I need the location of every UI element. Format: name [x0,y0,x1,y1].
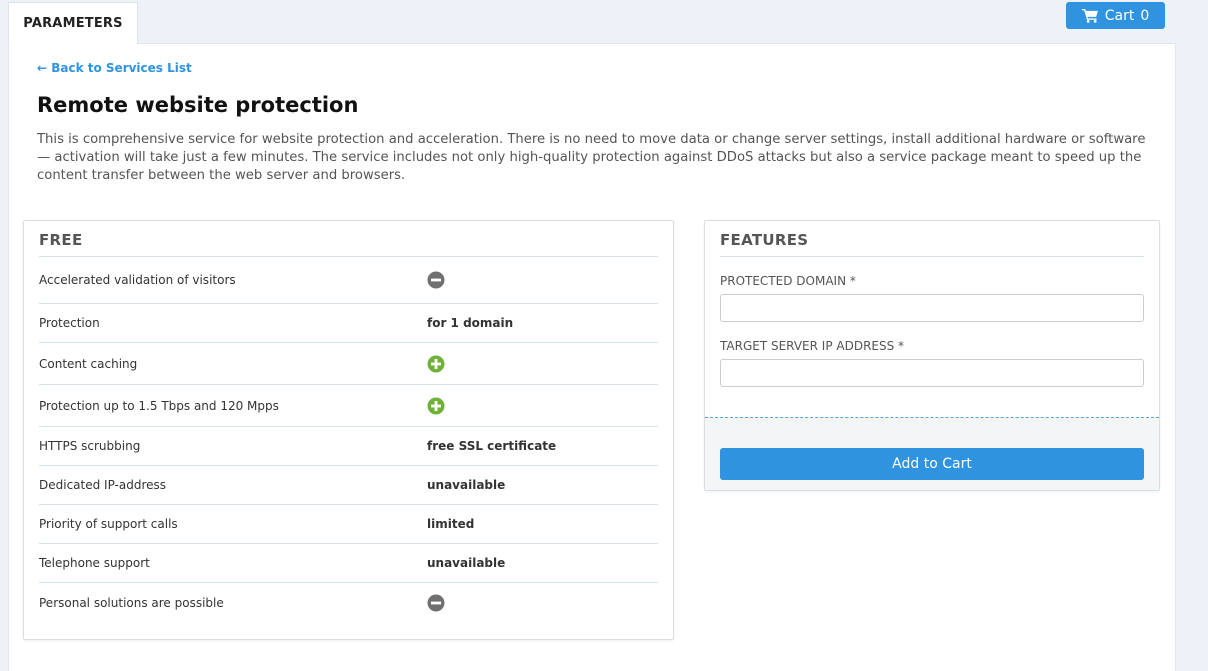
feature-value: unavailable [427,556,506,570]
feature-label: Personal solutions are possible [39,595,224,610]
main-panel: ← Back to Services List Remote website p… [8,43,1176,671]
target-ip-input[interactable] [720,359,1144,387]
service-description: This is comprehensive service for websit… [37,132,1146,183]
cart-icon [1081,8,1098,23]
feature-row: Telephone support unavailable [39,544,658,583]
feature-row: Priority of support calls limited [39,505,658,544]
free-plan-panel: FREE Accelerated validation of visitors P… [23,220,674,640]
feature-label: Accelerated validation of visitors [39,273,236,287]
cart-button[interactable]: Cart 0 [1066,2,1165,29]
feature-label: Telephone support [39,556,150,570]
plus-circle-icon [427,355,445,373]
free-heading: FREE [39,231,83,249]
minus-circle-icon [427,594,445,612]
feature-label: Content caching [39,356,138,371]
target-ip-label: TARGET SERVER IP ADDRESS * [720,339,905,353]
protected-domain-input[interactable] [720,294,1144,322]
tab-parameters[interactable]: PARAMETERS [8,2,138,44]
feature-label: Protection up to 1.5 Tbps and 120 Mpps [39,398,279,413]
back-to-services-link[interactable]: ← Back to Services List [37,61,192,75]
minus-circle-icon [427,271,445,289]
feature-row: HTTPS scrubbing free SSL certificate [39,427,658,466]
plus-circle-icon [427,397,445,415]
features-heading: FEATURES [720,231,809,249]
feature-label: Priority of support calls [39,517,178,531]
feature-row: Content caching [39,343,658,385]
feature-list: Accelerated validation of visitors Protec… [39,257,658,622]
features-heading-divider [720,256,1144,257]
page-title: Remote website protection [37,93,359,117]
feature-value: unavailable [427,478,506,492]
cart-label: Cart [1104,7,1135,24]
features-footer: Add to Cart [705,417,1159,490]
feature-value: for 1 domain [427,316,514,330]
feature-value: limited [427,517,475,531]
tab-label: PARAMETERS [23,16,123,31]
features-panel: FEATURES PROTECTED DOMAIN * TARGET SERVE… [704,220,1160,491]
cart-count: 0 [1140,7,1150,24]
feature-row: Personal solutions are possible [39,583,658,622]
feature-value: free SSL certificate [427,439,557,453]
feature-label: Dedicated IP-address [39,478,167,492]
feature-label: Protection [39,316,100,330]
feature-row: Dedicated IP-address unavailable [39,466,658,505]
feature-label: HTTPS scrubbing [39,439,141,453]
feature-row: Accelerated validation of visitors [39,257,658,304]
feature-row: Protection for 1 domain [39,304,658,343]
protected-domain-label: PROTECTED DOMAIN * [720,274,856,288]
feature-row: Protection up to 1.5 Tbps and 120 Mpps [39,385,658,427]
add-to-cart-button[interactable]: Add to Cart [720,448,1144,480]
